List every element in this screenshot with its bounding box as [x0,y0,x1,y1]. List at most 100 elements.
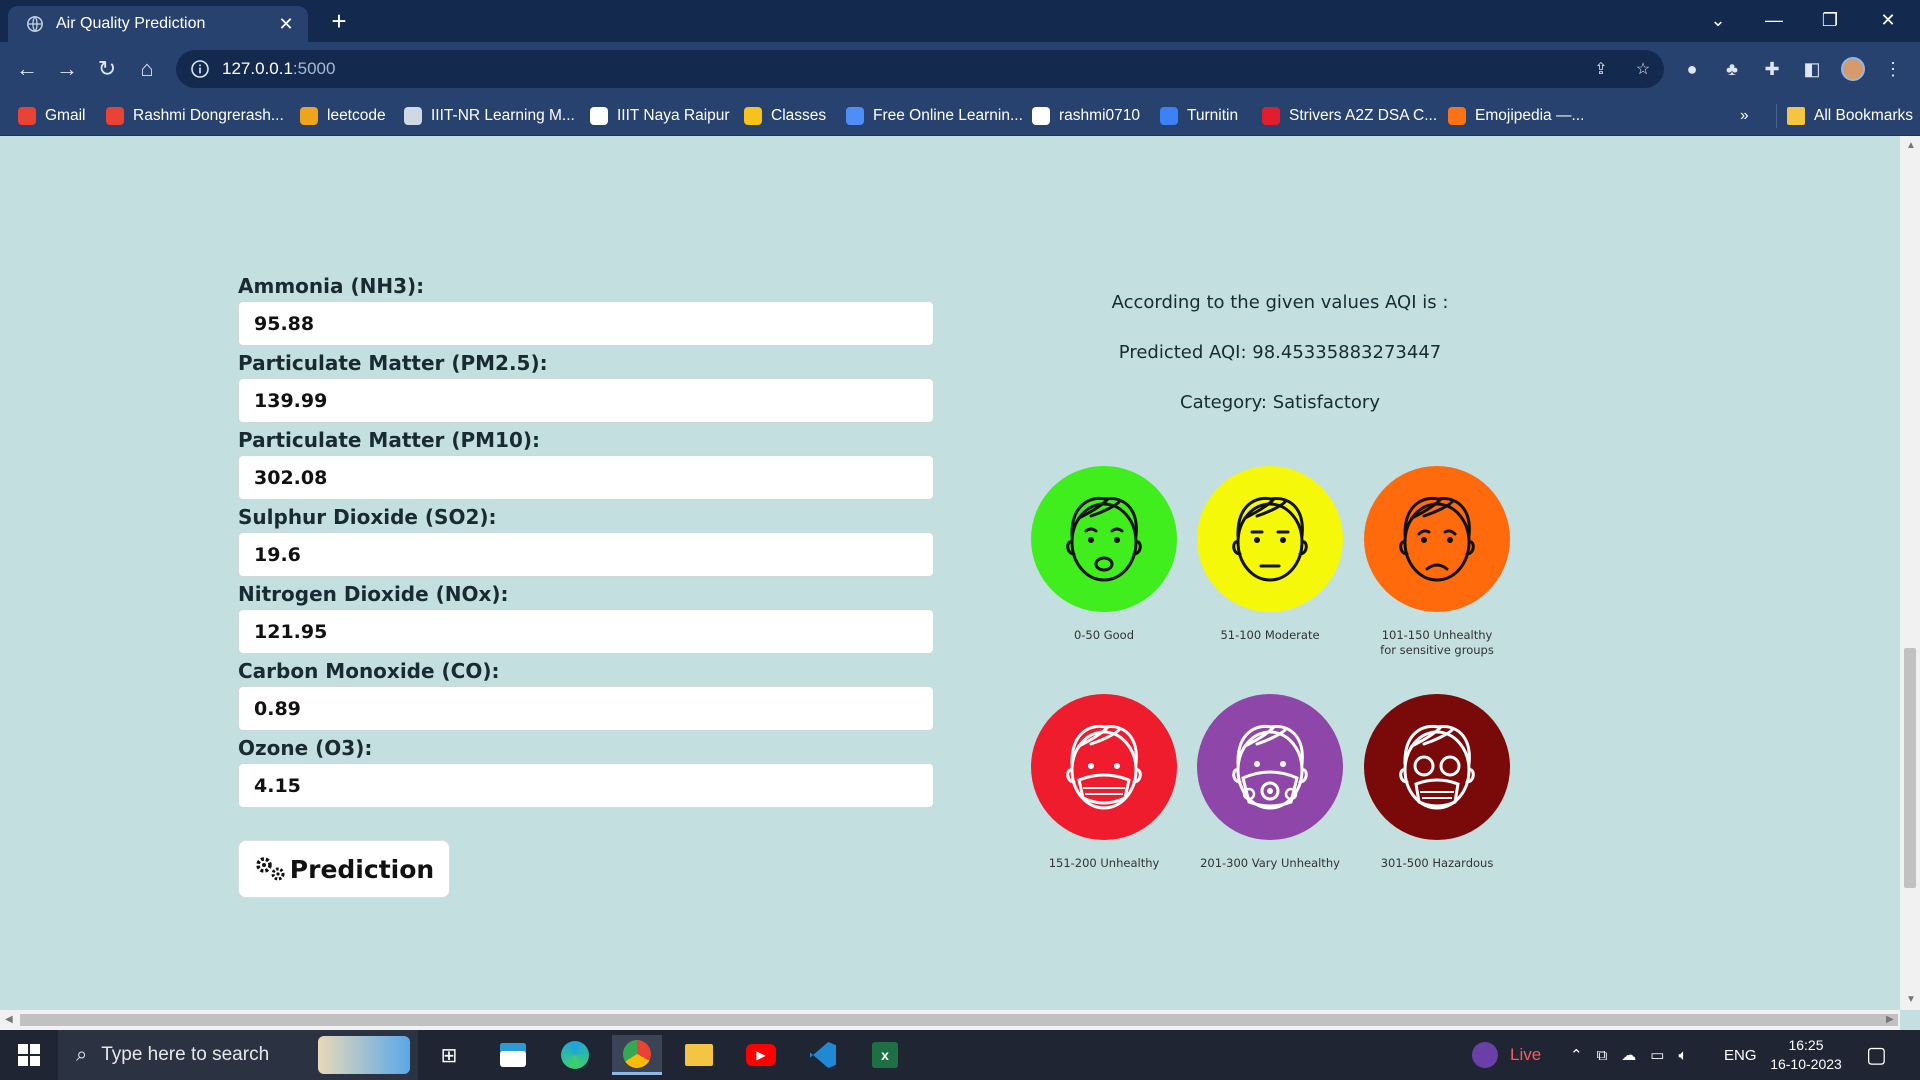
chrome-icon[interactable] [612,1035,662,1075]
pollutant-input[interactable]: 95.88 [238,301,934,346]
tab-search-icon[interactable]: ⌄ [1690,0,1746,40]
bookmark-item[interactable]: Free Online Learnin... [846,96,1023,136]
bookmark-star-icon[interactable]: ☆ [1628,54,1658,84]
bookmarks-bar: Gmail Rashmi Dongrerash... leetcode IIIT-NR… [0,96,1920,136]
browser-tab-strip: Air Quality Prediction ✕ + ⌄ — ❐ ✕ [0,0,1920,42]
meet-now-icon[interactable]: ⧉ [1597,1047,1608,1064]
browser-tab[interactable]: Air Quality Prediction ✕ [8,6,308,42]
site-info-icon[interactable] [190,59,210,79]
field-label: Particulate Matter (PM2.5): [238,351,548,375]
bookmark-item[interactable]: Strivers A2Z DSA C... [1262,96,1437,136]
classroom-icon [744,107,762,125]
all-bookmarks-label: All Bookmarks [1814,107,1914,124]
live-widget[interactable]: Live [1472,1030,1541,1080]
system-tray: ⌃ ⧉ ☁ ▭ 🔈︎ [1570,1030,1688,1080]
horizontal-scroll-thumb[interactable] [20,1014,1898,1026]
task-view-icon[interactable]: ⊞ [424,1035,474,1075]
gears-icon [256,857,285,881]
vertical-scrollbar[interactable]: ▲ ▼ [1900,136,1920,1010]
bookmark-item[interactable]: Gmail [18,96,85,136]
excel-icon[interactable]: x [860,1035,910,1075]
volume-icon[interactable]: 🔈︎ [1678,1047,1687,1064]
bookmark-label: Free Online Learnin... [873,107,1023,124]
bookmark-item[interactable]: Classes [744,96,826,136]
reload-icon[interactable]: ↻ [90,52,124,86]
pollutant-input[interactable]: 139.99 [238,378,934,423]
bookmark-label: Strivers A2Z DSA C... [1289,107,1438,124]
clock-date: 16-10-2023 [1770,1056,1842,1072]
youtube-icon[interactable]: ▶ [736,1035,786,1075]
neutral-face-icon [1197,466,1343,612]
more-bookmarks-button[interactable]: » [1740,96,1749,136]
bookmark-label: Classes [771,107,827,124]
vertical-scroll-thumb[interactable] [1904,648,1916,888]
bookmark-item[interactable]: Rashmi Dongrerash... [106,96,284,136]
address-bar[interactable]: 127.0.0.1:5000 [176,50,1664,88]
restore-button[interactable]: ❐ [1802,0,1858,40]
github-icon [1032,107,1050,125]
bookmark-label: IIIT-NR Learning M... [431,107,575,124]
leetcode-icon [300,107,318,125]
puzzle-extensions-icon[interactable]: ✚ [1755,52,1789,86]
windows-start-icon[interactable] [4,1035,54,1075]
menu-kebab-icon[interactable]: ⋮ [1876,52,1910,86]
notification-icon[interactable]: ▢ [1866,1030,1887,1080]
smiling-face-icon [1031,466,1177,612]
bookmark-label: Emojipedia —... [1475,107,1585,124]
minimize-button[interactable]: — [1746,0,1802,40]
language-indicator[interactable]: ENG [1724,1030,1757,1080]
share-icon[interactable]: ⇪ [1586,54,1616,84]
prediction-button[interactable]: Prediction [238,840,450,898]
pollutant-input[interactable]: 121.95 [238,609,934,654]
bookmark-item[interactable]: Turnitin [1160,96,1238,136]
battery-icon[interactable]: ▭ [1650,1046,1664,1064]
extension-icon[interactable]: ● [1675,52,1709,86]
taskbar-search[interactable]: ⌕ Type here to search [58,1030,418,1080]
bookmark-item[interactable]: leetcode [300,96,386,136]
bookmark-item[interactable]: rashmi0710 [1032,96,1140,136]
clock[interactable]: 16:25 16-10-2023 [1768,1030,1844,1080]
tree-extension-icon[interactable]: ♣ [1715,52,1749,86]
gmail-icon [18,107,36,125]
back-icon[interactable]: ← [10,52,44,86]
bookmark-item[interactable]: IIIT-NR Learning M... [404,96,575,136]
onedrive-icon[interactable]: ☁ [1621,1046,1636,1064]
tab-title: Air Quality Prediction [56,15,206,32]
forward-icon[interactable]: → [50,52,84,86]
vscode-icon[interactable] [798,1035,848,1075]
pollutant-input[interactable]: 19.6 [238,532,934,577]
home-icon[interactable]: ⌂ [130,52,164,86]
globe-icon [27,16,43,32]
pollutant-input[interactable]: 302.08 [238,455,934,500]
pollutant-input[interactable]: 4.15 [238,763,934,808]
close-tab-icon[interactable]: ✕ [272,14,300,35]
predicted-aqi: Predicted AQI: 98.45335883273447 [1118,342,1442,363]
field-label: Ammonia (NH3): [238,274,425,298]
horizontal-scrollbar[interactable]: ◀ ▶ [0,1010,1900,1030]
turnitin-icon [1160,107,1178,125]
all-bookmarks[interactable]: All Bookmarks [1776,104,1913,128]
avatar[interactable] [1836,52,1870,86]
field-label: Particulate Matter (PM10): [238,428,541,452]
cricket-icon [1472,1042,1498,1068]
bookmark-item[interactable]: IIIT Naya Raipur [590,96,730,136]
browser-toolbar: ← → ↻ ⌂ 127.0.0.1:5000 ⇪ ☆ ● ♣ ✚ ◧ ⋮ [0,42,1920,96]
close-window-button[interactable]: ✕ [1860,0,1916,40]
aqi-scale-caption: 101-150 Unhealthy for sensitive groups [1380,628,1494,657]
aqi-scale-caption: 301-500 Hazardous [1380,856,1494,870]
bookmark-label: leetcode [327,107,386,124]
bookmark-item[interactable]: Emojipedia —... [1448,96,1584,136]
microsoft-store-icon[interactable] [488,1035,538,1075]
chevron-up-icon[interactable]: ⌃ [1570,1046,1583,1064]
edge-icon[interactable] [550,1035,600,1075]
new-tab-button[interactable]: + [324,6,354,36]
live-label: Live [1510,1045,1542,1064]
bookmark-label: IIIT Naya Raipur [617,107,730,124]
pollutant-input[interactable]: 0.89 [238,686,934,731]
side-panel-icon[interactable]: ◧ [1795,52,1829,86]
field-label: Ozone (O3): [238,736,373,760]
bookmark-label: Rashmi Dongrerash... [133,107,284,124]
file-explorer-icon[interactable] [674,1035,724,1075]
search-placeholder: Type here to search [101,1044,270,1065]
sad-face-icon [1364,466,1510,612]
